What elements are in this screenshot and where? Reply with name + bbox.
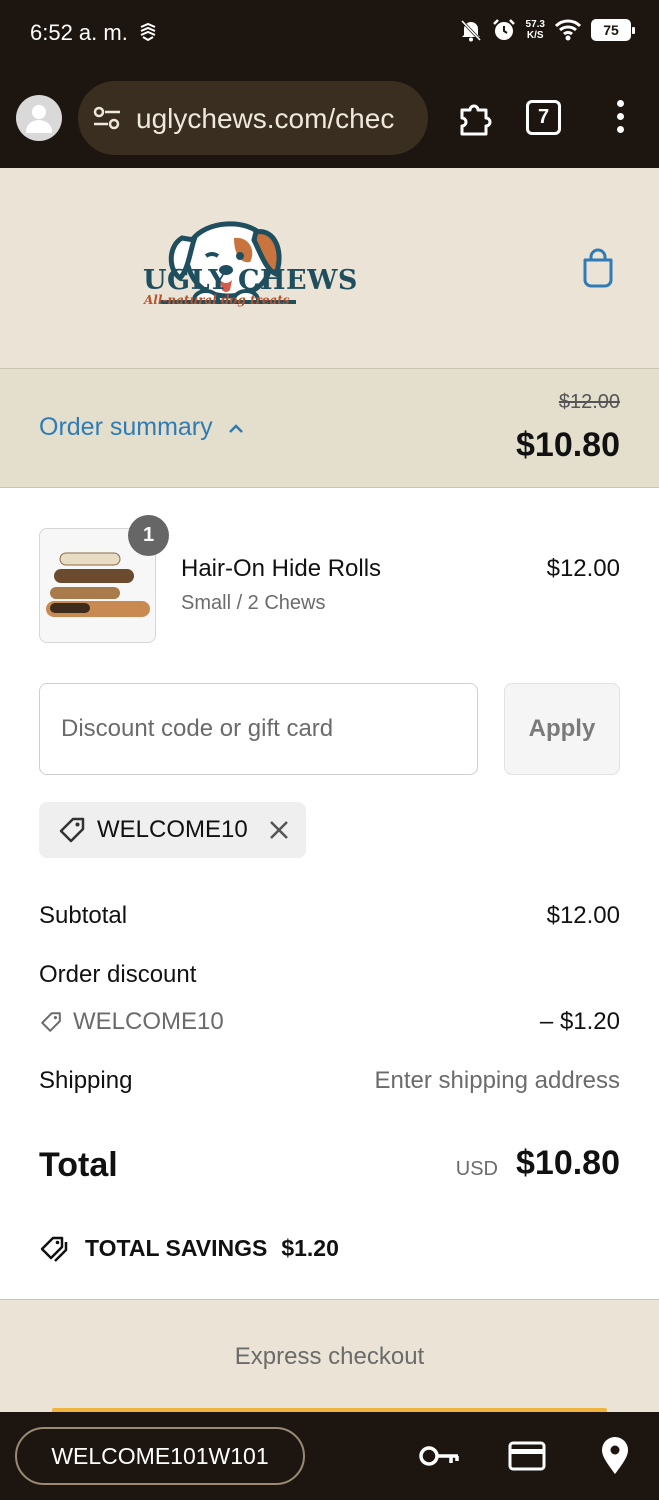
address-pin-icon[interactable] — [600, 1436, 630, 1476]
applied-code-chip: WELCOME10 — [39, 802, 306, 858]
vpn-icon — [140, 22, 156, 42]
passwords-key-icon[interactable] — [418, 1440, 460, 1472]
apply-discount-button[interactable]: Apply — [504, 683, 620, 775]
site-settings-icon[interactable] — [92, 105, 122, 131]
profile-avatar[interactable] — [16, 95, 62, 141]
tag-icon — [59, 817, 85, 843]
applied-code: WELCOME10 — [97, 816, 248, 843]
muted-bell-icon — [460, 19, 481, 42]
discount-code: WELCOME10 — [73, 1008, 224, 1035]
shopping-bag-icon[interactable] — [580, 248, 616, 288]
subtotal-label: Subtotal — [39, 902, 128, 929]
tag-icon — [41, 1012, 61, 1032]
savings-tags-icon — [40, 1236, 68, 1262]
remove-code-close-icon[interactable] — [268, 819, 290, 841]
chevron-up-icon — [228, 423, 243, 433]
product-name: Hair-On Hide Rolls — [181, 555, 382, 582]
status-time: 6:52 a. m. — [30, 20, 128, 45]
product-price: $12.00 — [546, 555, 620, 582]
keyboard-suggestion-bar: WELCOME101W101 — [0, 1412, 659, 1500]
browser-toolbar: uglychews.com/chec 7 — [0, 68, 659, 168]
net-speed-value: 57.3 — [525, 19, 545, 30]
brand-name: UGLY CHEWS — [143, 265, 358, 296]
shipping-value: Enter shipping address — [374, 1067, 620, 1094]
extensions-puzzle-icon[interactable] — [456, 98, 496, 138]
savings-label: TOTAL SAVINGS — [85, 1234, 268, 1261]
payment-card-icon[interactable] — [508, 1440, 546, 1472]
order-summary-toggle[interactable]: Order summary — [39, 413, 245, 442]
savings-value: $1.20 — [281, 1234, 339, 1261]
tab-switcher-button[interactable]: 7 — [526, 100, 561, 135]
battery-indicator: 75 — [591, 19, 635, 41]
status-bar: 6:52 a. m. 57.3 K/S 75 — [0, 0, 659, 68]
total-savings: TOTAL SAVINGS $1.20 — [39, 1232, 339, 1264]
original-price: $12.00 — [558, 391, 620, 413]
express-checkout-label: Express checkout — [234, 1343, 425, 1370]
order-summary-content: 1 Hair-On Hide Rolls Small / 2 Chews $12… — [0, 488, 659, 1299]
net-speed: 57.3 K/S — [526, 19, 545, 41]
shop-header: UGLY CHEWS All-natural dog treats — [0, 168, 659, 368]
total-currency: USD — [455, 1158, 498, 1180]
shipping-label: Shipping — [39, 1067, 133, 1094]
express-checkout-section: Express checkout — [0, 1299, 659, 1412]
alarm-icon — [492, 19, 515, 40]
total-value: $10.80 — [516, 1144, 620, 1182]
person-icon — [26, 105, 52, 133]
discounted-price: $10.80 — [516, 426, 620, 464]
order-summary-bar[interactable]: Order summary $12.00 $10.80 — [0, 368, 659, 488]
net-speed-unit: K/S — [526, 30, 544, 41]
wifi-icon — [555, 19, 581, 41]
discount-code-line: WELCOME10 — [39, 1008, 224, 1036]
brand-tagline: All-natural dog treats — [144, 293, 290, 307]
discount-code-input[interactable] — [39, 683, 478, 775]
product-variant: Small / 2 Chews — [181, 592, 326, 614]
status-icons: 57.3 K/S 75 — [460, 18, 635, 42]
overflow-menu-icon[interactable] — [612, 100, 628, 140]
quantity-badge: 1 — [128, 515, 169, 556]
order-discount-label: Order discount — [39, 961, 197, 988]
order-summary-label: Order summary — [39, 413, 213, 441]
url-text[interactable]: uglychews.com/chec — [136, 103, 416, 135]
autofill-suggestion-chip[interactable]: WELCOME101W101 — [15, 1427, 305, 1485]
total-label: Total — [39, 1146, 118, 1184]
address-bar[interactable]: uglychews.com/chec — [78, 81, 428, 155]
discount-value: – $1.20 — [539, 1008, 620, 1035]
subtotal-value: $12.00 — [546, 902, 620, 929]
